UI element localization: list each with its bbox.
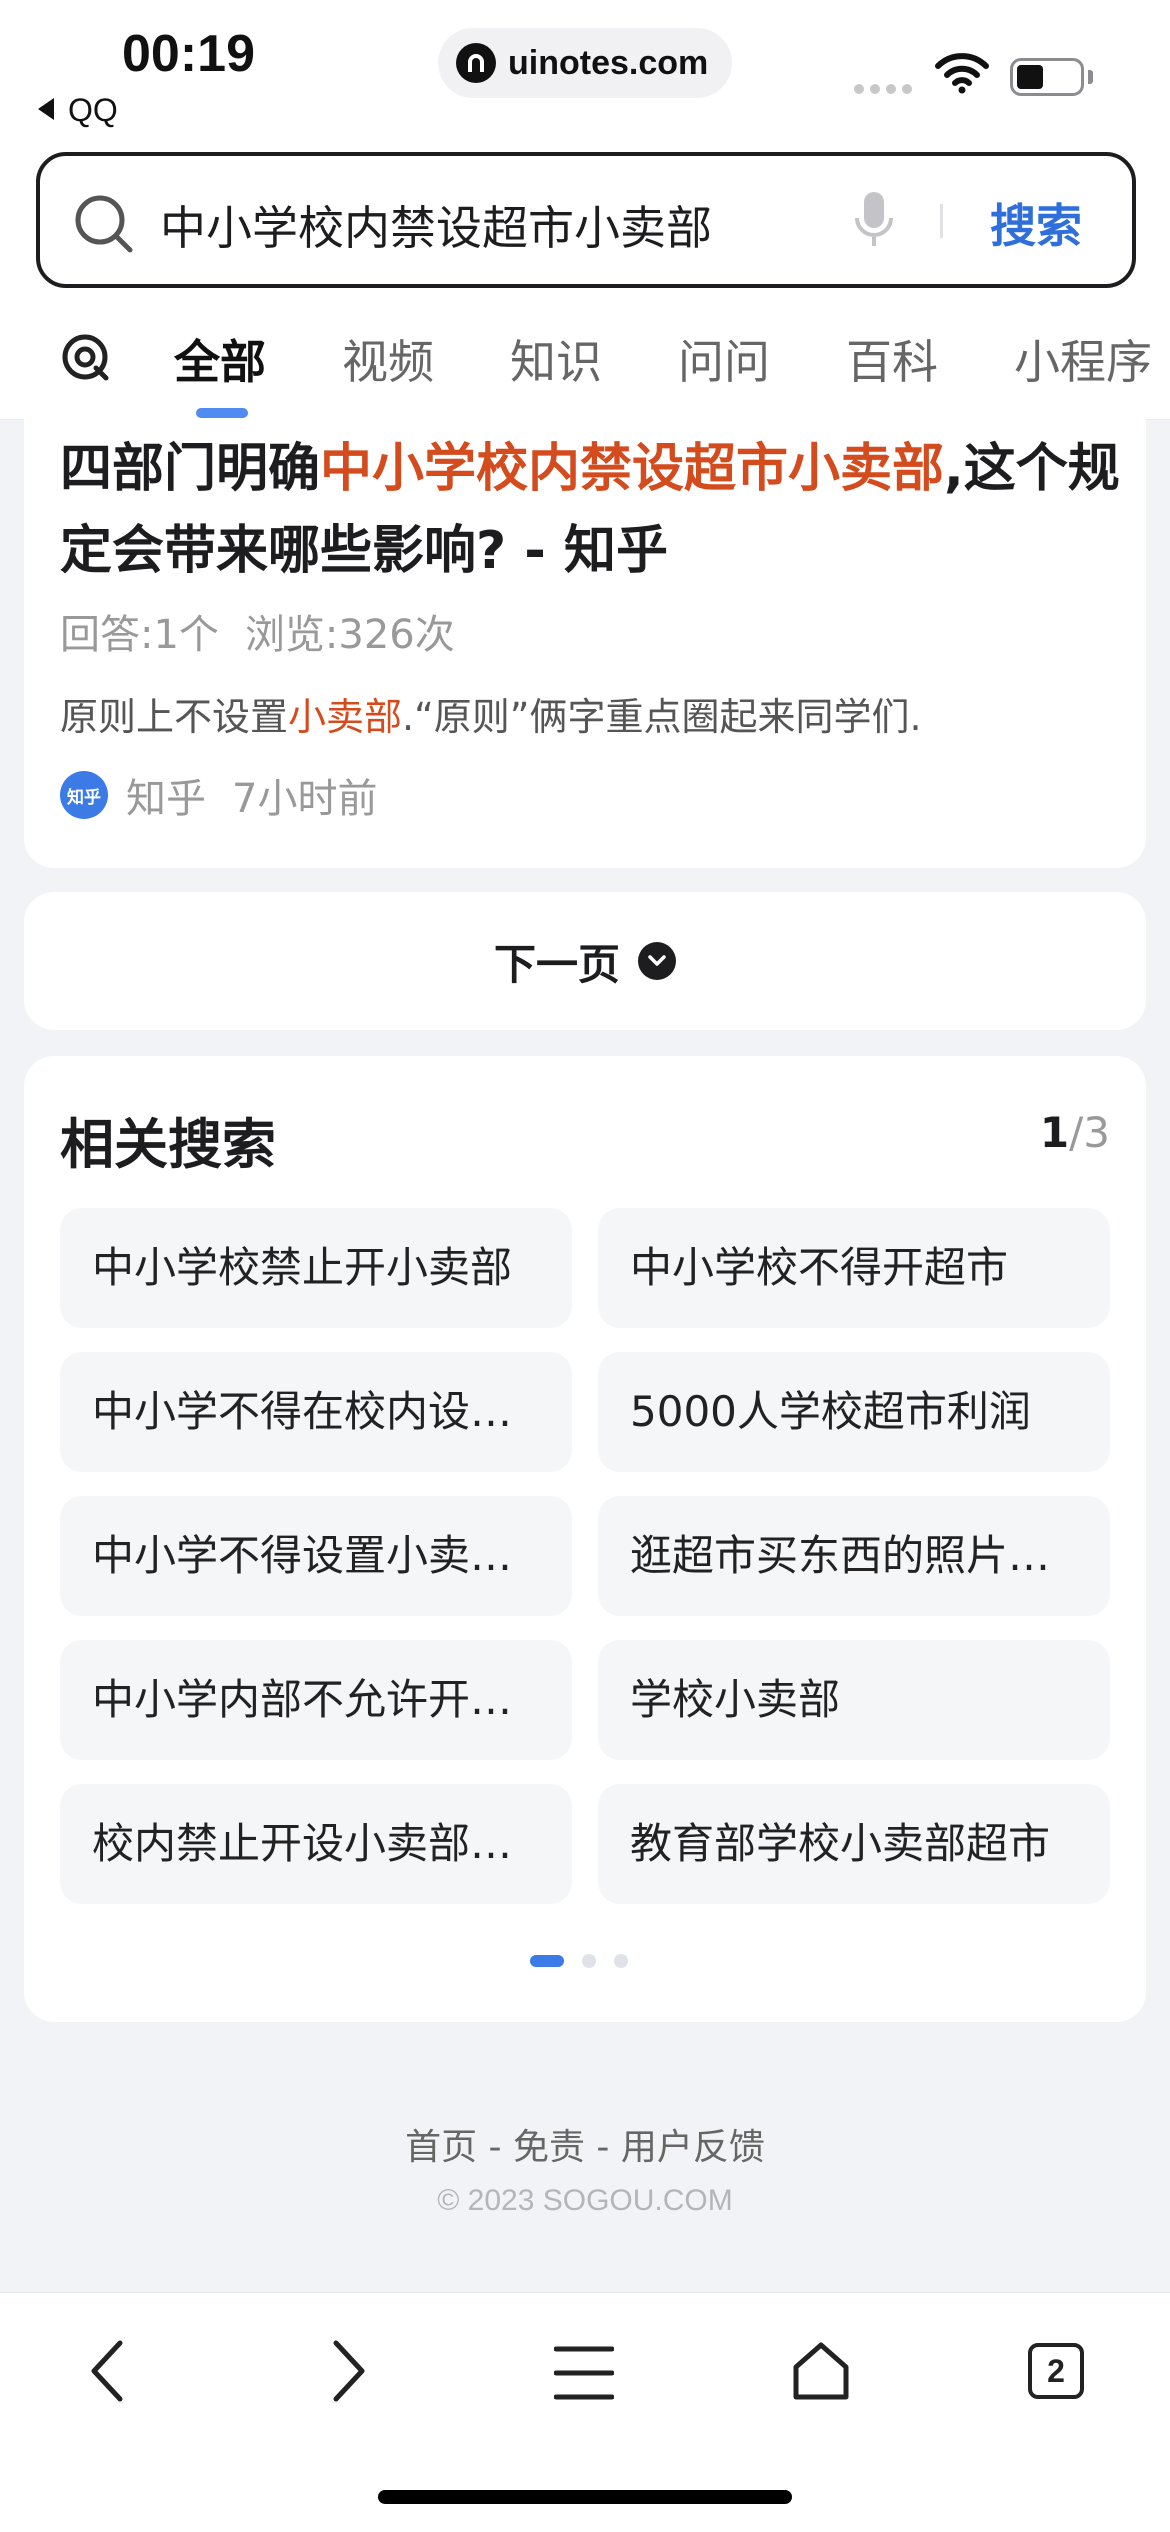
snippet-suffix: .“原则”俩字重点圈起来同学们. xyxy=(402,695,922,739)
search-divider xyxy=(940,204,943,238)
search-header: 中小学校内禁设超市小卖部 搜索 xyxy=(0,140,1170,290)
snippet-highlight: 小卖部 xyxy=(288,695,403,739)
forward-arrow-icon[interactable] xyxy=(328,2339,368,2407)
next-page-button[interactable]: 下一页 xyxy=(24,892,1146,1030)
related-item[interactable]: 学校小卖部 xyxy=(598,1640,1110,1760)
back-to-app-link[interactable]: QQ xyxy=(38,92,118,129)
url-pill[interactable]: uinotes.com xyxy=(438,28,732,98)
back-triangle-icon xyxy=(38,98,54,120)
footer-copyright: © 2023 SOGOU.COM xyxy=(437,2184,733,2217)
carousel-dot-active xyxy=(530,1955,564,1967)
related-item[interactable]: 中小学校不得开超市 xyxy=(598,1208,1110,1328)
wifi-icon xyxy=(934,50,990,98)
search-result-card[interactable]: 四部门明确中小学校内禁设超市小卖部,这个规定会带来哪些影响? - 知乎 回答:1… xyxy=(24,418,1146,868)
cellular-signal-icon xyxy=(854,84,912,94)
menu-icon[interactable] xyxy=(553,2345,615,2405)
microphone-icon[interactable] xyxy=(852,190,896,254)
search-button[interactable]: 搜索 xyxy=(990,190,1082,256)
related-searches: 相关搜索 1/3 中小学校禁止开小卖部 中小学校不得开超市 中小学不得在校内设…… xyxy=(24,1056,1146,2022)
result-meta: 回答:1个 浏览:326次 xyxy=(60,602,455,660)
related-item[interactable]: 中小学校禁止开小卖部 xyxy=(60,1208,572,1328)
search-input[interactable]: 中小学校内禁设超市小卖部 xyxy=(160,192,712,258)
status-time: 00:19 xyxy=(122,25,255,83)
carousel-dot xyxy=(582,1954,596,1968)
home-icon[interactable] xyxy=(792,2341,850,2405)
source-name: 知乎 xyxy=(126,776,206,822)
related-pager: 1/3 xyxy=(1040,1108,1110,1157)
tab-video[interactable]: 视频 xyxy=(342,326,434,392)
tab-ask[interactable]: 问问 xyxy=(678,326,770,392)
next-page-label: 下一页 xyxy=(493,939,620,989)
battery-tip xyxy=(1088,70,1093,84)
result-time: 7小时前 xyxy=(232,776,378,822)
search-icon xyxy=(72,192,136,260)
pager-current: 1 xyxy=(1039,1108,1070,1157)
tab-encyclopedia[interactable]: 百科 xyxy=(846,326,938,392)
answer-count: 回答:1个 xyxy=(60,612,219,658)
related-item[interactable]: 教育部学校小卖部超市 xyxy=(598,1784,1110,1904)
tab-count: 2 xyxy=(1028,2343,1084,2399)
url-text: uinotes.com xyxy=(508,43,709,82)
result-title-highlight: 中小学校内禁设超市小卖部 xyxy=(320,439,945,499)
related-title: 相关搜索 xyxy=(60,1113,276,1176)
tab-knowledge[interactable]: 知识 xyxy=(510,326,602,392)
chevron-down-icon xyxy=(638,942,676,980)
back-arrow-icon[interactable] xyxy=(88,2339,128,2407)
lock-icon xyxy=(456,43,496,83)
result-title-prefix: 四部门明确 xyxy=(60,439,321,499)
pager-total: /3 xyxy=(1069,1108,1110,1157)
result-source: 知乎 知乎 7小时前 xyxy=(60,766,377,824)
search-box[interactable]: 中小学校内禁设超市小卖部 搜索 xyxy=(36,152,1136,288)
related-item[interactable]: 逛超市买东西的照片… xyxy=(598,1496,1110,1616)
view-count: 浏览:326次 xyxy=(244,612,455,658)
related-item[interactable]: 5000人学校超市利润 xyxy=(598,1352,1110,1472)
footer-links[interactable]: 首页 - 免责 - 用户反馈 xyxy=(0,2118,1170,2170)
scan-target-icon[interactable] xyxy=(60,332,110,386)
tab-all[interactable]: 全部 xyxy=(174,326,266,392)
carousel-dots xyxy=(530,1954,628,1968)
battery-icon xyxy=(1010,58,1084,96)
related-item[interactable]: 中小学不得设置小卖… xyxy=(60,1496,572,1616)
related-item[interactable]: 校内禁止开设小卖部… xyxy=(60,1784,572,1904)
result-snippet: 原则上不设置小卖部.“原则”俩字重点圈起来同学们. xyxy=(60,686,922,741)
zhihu-logo-icon: 知乎 xyxy=(60,771,108,819)
snippet-prefix: 原则上不设置 xyxy=(60,695,289,739)
back-app-label: QQ xyxy=(68,92,118,128)
related-item[interactable]: 中小学不得在校内设… xyxy=(60,1352,572,1472)
home-indicator xyxy=(378,2490,792,2504)
tab-mini-program[interactable]: 小程序 xyxy=(1014,326,1152,392)
carousel-dot xyxy=(614,1954,628,1968)
related-item[interactable]: 中小学内部不允许开… xyxy=(60,1640,572,1760)
status-bar: 00:19 QQ uinotes.com xyxy=(0,0,1170,140)
category-tabs: 全部 视频 知识 问问 百科 小程序 xyxy=(0,290,1170,420)
active-tab-indicator xyxy=(196,408,248,418)
tabs-count-button[interactable]: 2 xyxy=(1028,2343,1084,2399)
result-title[interactable]: 四部门明确中小学校内禁设超市小卖部,这个规定会带来哪些影响? - 知乎 xyxy=(60,428,1120,592)
